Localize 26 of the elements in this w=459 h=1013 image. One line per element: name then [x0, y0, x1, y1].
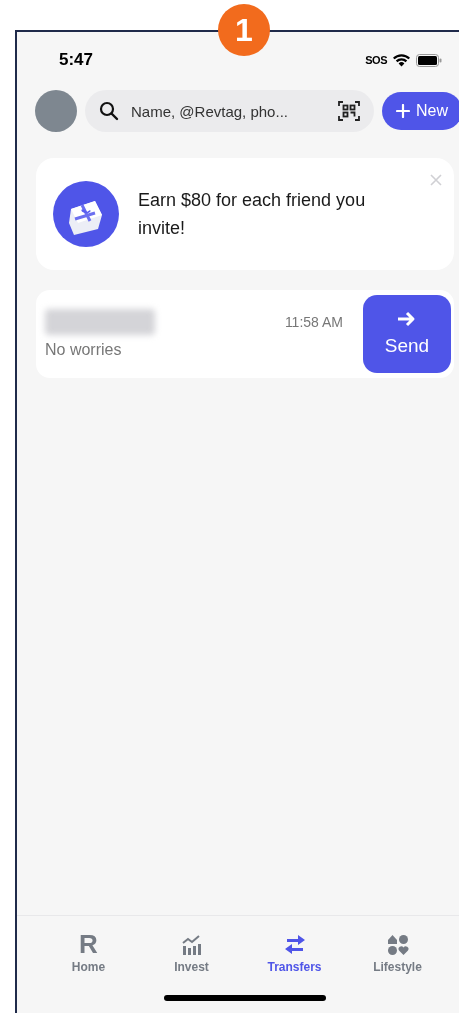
tab[interactable]: R Home [37, 926, 140, 974]
send-button[interactable]: Send [363, 295, 451, 373]
chart-icon [180, 934, 203, 956]
tab[interactable]: Transfers [243, 926, 346, 974]
plus-icon [396, 104, 410, 118]
qr-scan-icon[interactable] [338, 100, 360, 122]
message-preview: No worries [45, 341, 123, 359]
search-icon [99, 101, 119, 121]
search-field[interactable]: Name, @Revtag, pho... [85, 90, 374, 132]
tab[interactable]: Invest [140, 926, 243, 974]
battery-icon [416, 53, 442, 67]
promo-text: Earn $80 for each friend you invite! [138, 189, 367, 240]
message-time: 11:58 AM [284, 314, 343, 330]
tab[interactable]: Lifestyle [346, 926, 449, 974]
avatar[interactable] [35, 90, 77, 132]
shapes-icon [386, 934, 409, 956]
step-badge: 1 [218, 4, 270, 56]
conversation-card[interactable]: 11:58 AM No worries Send [36, 290, 454, 378]
home-logo: R [79, 932, 98, 956]
new-button[interactable]: New [382, 92, 459, 130]
gift-icon [53, 181, 119, 247]
status-time: 5:47 [59, 50, 94, 70]
sos-indicator: SOS [365, 54, 387, 66]
promo-card[interactable]: Earn $80 for each friend you invite! [36, 158, 454, 270]
wifi-icon [392, 53, 411, 67]
arrow-right-icon [397, 311, 417, 327]
